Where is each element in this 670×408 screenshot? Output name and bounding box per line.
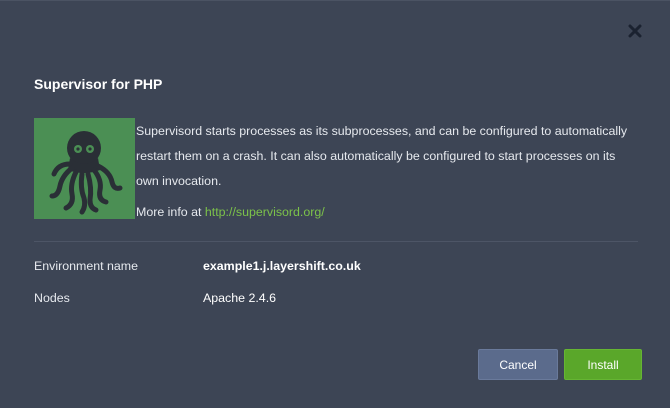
- nodes-value: Apache 2.4.6: [203, 291, 277, 305]
- environment-name-label: Environment name: [34, 259, 138, 273]
- octopus-icon: [49, 131, 123, 215]
- dialog-title: Supervisor for PHP: [34, 76, 163, 92]
- more-info: More info at http://supervisord.org/: [136, 205, 325, 219]
- install-dialog: Supervisor for PHP Supervisord starts pr…: [0, 0, 670, 408]
- nodes-label: Nodes: [34, 291, 70, 305]
- cancel-button[interactable]: Cancel: [478, 349, 558, 380]
- app-description: Supervisord starts processes as its subp…: [136, 124, 628, 188]
- supervisor-logo: [34, 118, 135, 219]
- divider: [34, 241, 638, 242]
- more-info-label: More info at: [136, 205, 202, 219]
- more-info-link[interactable]: http://supervisord.org/: [205, 205, 325, 219]
- environment-name-value: example1.j.layershift.co.uk: [203, 259, 361, 273]
- close-button[interactable]: [627, 23, 643, 39]
- install-button[interactable]: Install: [564, 349, 642, 380]
- close-icon: [628, 24, 642, 38]
